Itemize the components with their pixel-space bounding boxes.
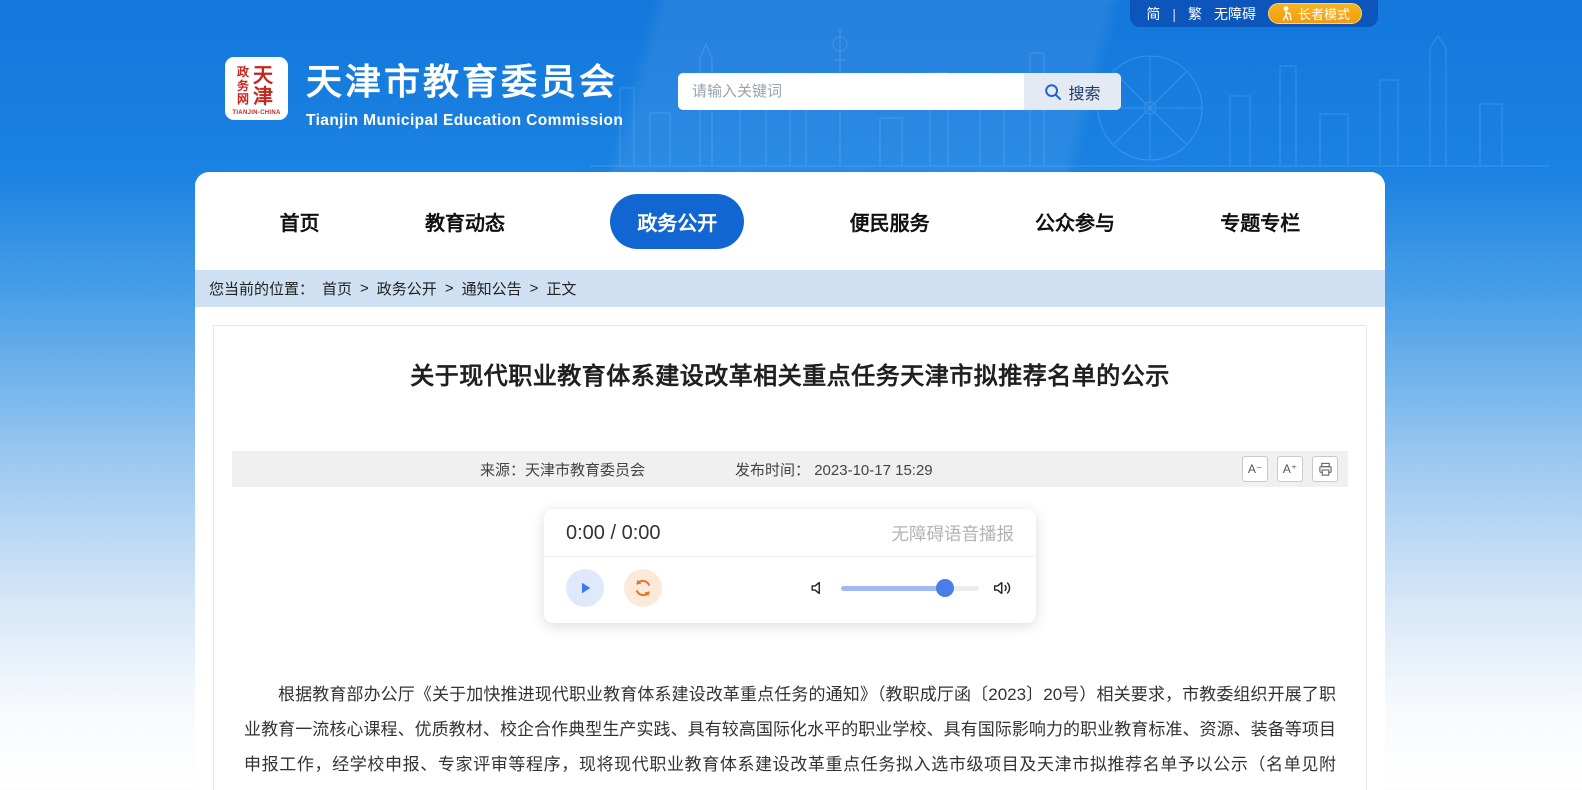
main-container: 首页 教育动态 政务公开 便民服务 公众参与 专题专栏 您当前的位置： 首页 >… xyxy=(195,172,1385,790)
elder-mode-button[interactable]: 长者模式 xyxy=(1268,3,1362,24)
site-header: 简 | 繁 无障碍 长者模式 政务网 天津 TIANJIN-CHINA 天津市教… xyxy=(0,0,1582,172)
article-meta-bar: 来源：天津市教育委员会 发布时间： 2023-10-17 15:29 A⁻ A⁺ xyxy=(232,451,1348,487)
article-title: 关于现代职业教育体系建设改革相关重点任务天津市拟推荐名单的公示 xyxy=(232,356,1348,391)
source-label: 来源： xyxy=(480,462,525,479)
breadcrumb-current: 正文 xyxy=(546,278,576,299)
site-logo[interactable]: 政务网 天津 TIANJIN-CHINA xyxy=(225,57,288,120)
volume-mute-icon[interactable] xyxy=(808,578,828,598)
elder-person-icon xyxy=(1280,6,1293,21)
breadcrumb-separator: > xyxy=(445,280,454,297)
search-button[interactable]: 搜索 xyxy=(1024,73,1121,110)
article-card: 关于现代职业教育体系建设改革相关重点任务天津市拟推荐名单的公示 来源：天津市教育… xyxy=(213,325,1367,790)
article-source: 来源：天津市教育委员会 xyxy=(480,459,645,480)
site-brand: 天津市教育委员会 Tianjin Municipal Education Com… xyxy=(306,53,623,130)
logo-caption: TIANJIN-CHINA xyxy=(232,110,280,116)
article-publish-time: 发布时间： 2023-10-17 15:29 xyxy=(735,459,933,480)
print-button[interactable] xyxy=(1312,456,1338,482)
nav-item-home[interactable]: 首页 xyxy=(280,194,320,249)
play-button[interactable] xyxy=(566,569,604,607)
topbar-divider: | xyxy=(1172,6,1176,22)
lang-traditional-link[interactable]: 繁 xyxy=(1188,4,1202,24)
publish-time-label: 发布时间： xyxy=(735,462,810,479)
player-caption: 无障碍语音播报 xyxy=(892,521,1015,546)
article-tools: A⁻ A⁺ xyxy=(1242,456,1338,482)
elder-mode-label: 长者模式 xyxy=(1298,4,1350,23)
search-input[interactable] xyxy=(678,73,1024,110)
content-area: 关于现代职业教育体系建设改革相关重点任务天津市拟推荐名单的公示 来源：天津市教育… xyxy=(195,307,1385,790)
accessibility-link[interactable]: 无障碍 xyxy=(1214,4,1256,24)
primary-nav: 首页 教育动态 政务公开 便民服务 公众参与 专题专栏 xyxy=(195,172,1385,270)
volume-slider-fill xyxy=(841,586,945,591)
font-decrease-button[interactable]: A⁻ xyxy=(1242,456,1268,482)
breadcrumb-home[interactable]: 首页 xyxy=(322,278,352,299)
site-subtitle: Tianjin Municipal Education Commission xyxy=(306,112,623,130)
play-icon xyxy=(576,579,594,597)
volume-max-icon[interactable] xyxy=(992,578,1014,598)
logo-seal-left-text: 政务网 xyxy=(237,66,252,107)
font-increase-button[interactable]: A⁺ xyxy=(1277,456,1303,482)
breadcrumb-notices[interactable]: 通知公告 xyxy=(462,278,522,299)
breadcrumb: 您当前的位置： 首页 > 政务公开 > 通知公告 > 正文 xyxy=(195,270,1385,307)
breadcrumb-separator: > xyxy=(360,280,369,297)
source-value: 天津市教育委员会 xyxy=(525,462,645,479)
lang-simplified-link[interactable]: 简 xyxy=(1146,4,1160,24)
nav-item-education-news[interactable]: 教育动态 xyxy=(425,194,505,249)
nav-item-government-affairs[interactable]: 政务公开 xyxy=(610,194,744,249)
player-time-display: 0:00 / 0:00 xyxy=(566,522,661,545)
audio-player: 0:00 / 0:00 无障碍语音播报 xyxy=(544,509,1036,623)
search-button-label: 搜索 xyxy=(1068,80,1100,104)
search-bar: 搜索 xyxy=(678,73,1121,110)
loop-icon xyxy=(632,577,654,599)
nav-item-public-participation[interactable]: 公众参与 xyxy=(1035,194,1115,249)
search-icon xyxy=(1044,83,1062,101)
volume-controls xyxy=(808,578,1014,598)
site-title: 天津市教育委员会 xyxy=(306,53,623,105)
player-header: 0:00 / 0:00 无障碍语音播报 xyxy=(544,509,1036,557)
nav-item-public-services[interactable]: 便民服务 xyxy=(850,194,930,249)
printer-icon xyxy=(1318,462,1333,477)
volume-slider-thumb[interactable] xyxy=(936,579,954,597)
logo-seal-right-text: 天津 xyxy=(253,66,276,108)
player-controls xyxy=(544,557,1036,623)
volume-slider[interactable] xyxy=(841,586,979,591)
article-body: 根据教育部办公厅《关于加快推进现代职业教育体系建设改革重点任务的通知》（教职成厅… xyxy=(244,677,1336,790)
breadcrumb-government-affairs[interactable]: 政务公开 xyxy=(377,278,437,299)
topbar: 简 | 繁 无障碍 长者模式 xyxy=(1130,0,1378,27)
breadcrumb-prefix: 您当前的位置： xyxy=(209,278,314,299)
replay-button[interactable] xyxy=(624,569,662,607)
publish-time-value: 2023-10-17 15:29 xyxy=(814,462,932,479)
logo-seal: 政务网 天津 xyxy=(237,66,276,108)
nav-item-special-topics[interactable]: 专题专栏 xyxy=(1220,194,1300,249)
article-paragraph: 根据教育部办公厅《关于加快推进现代职业教育体系建设改革重点任务的通知》（教职成厅… xyxy=(244,677,1336,790)
breadcrumb-separator: > xyxy=(530,280,539,297)
